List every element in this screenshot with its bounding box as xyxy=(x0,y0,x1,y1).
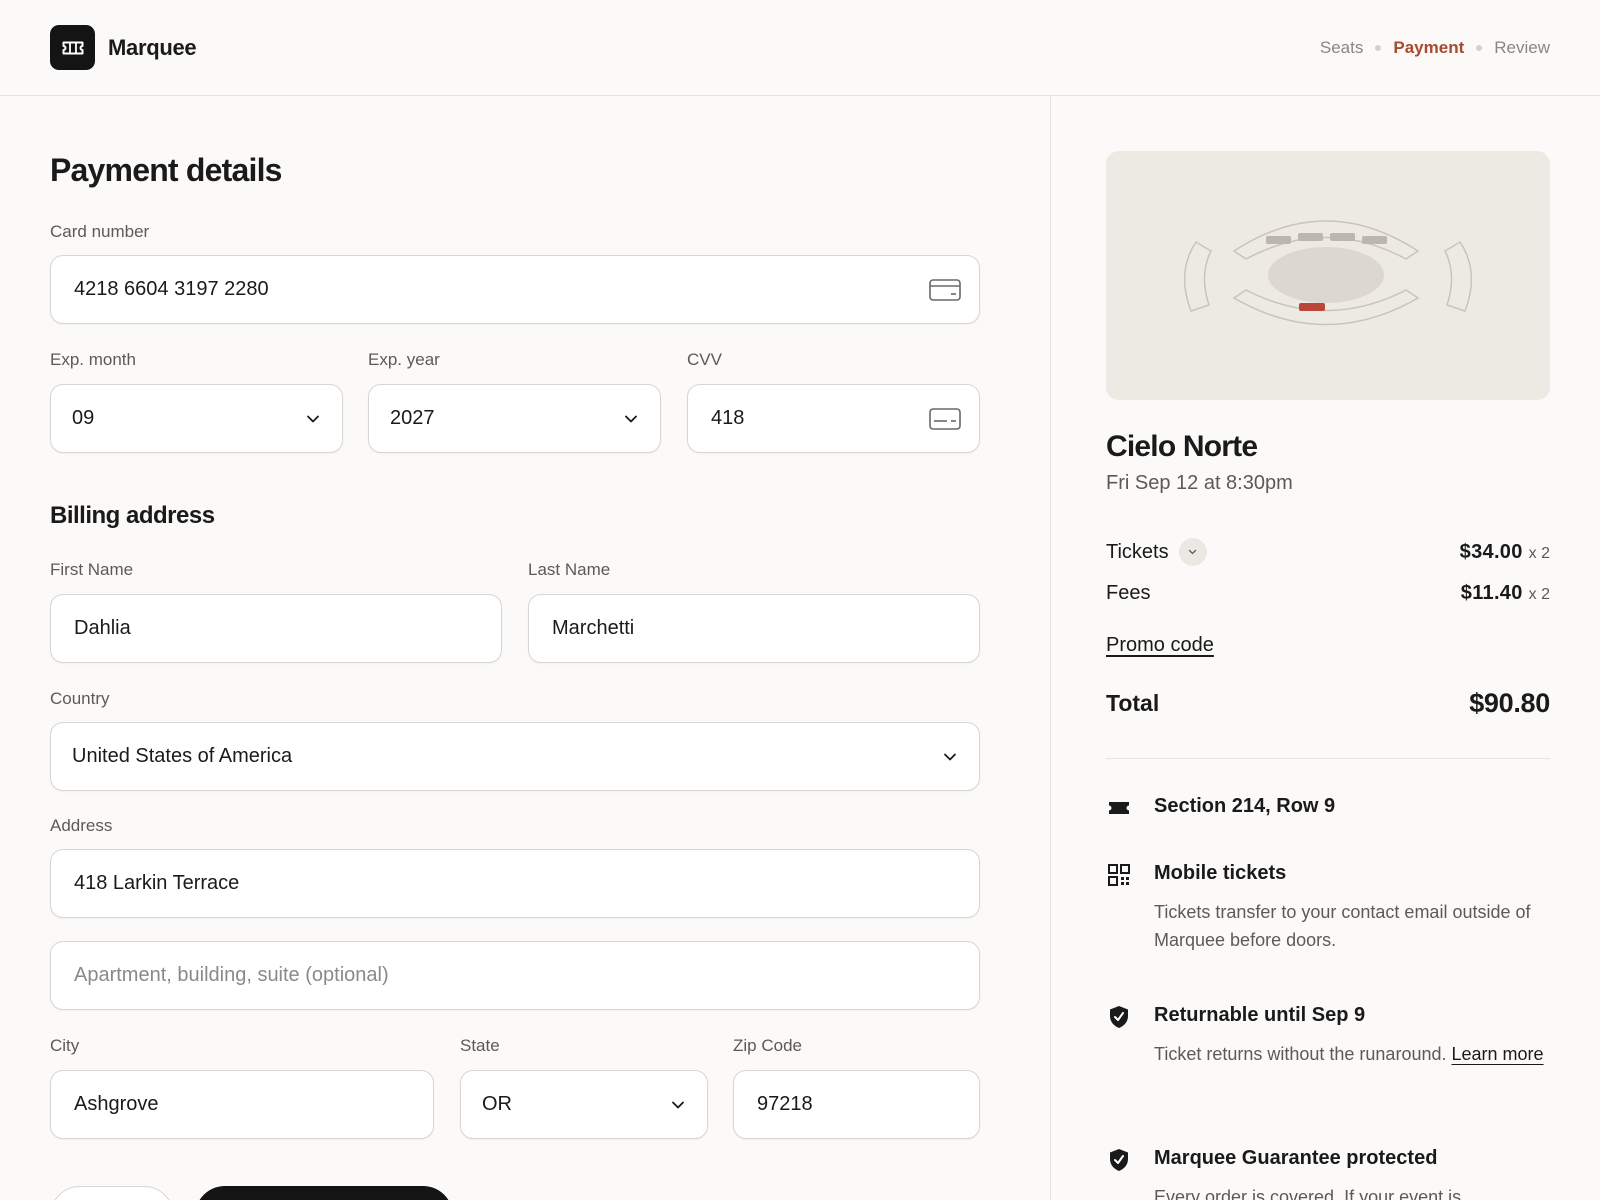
event-title: Cielo Norte xyxy=(1106,430,1258,463)
expand-chevron-icon[interactable] xyxy=(1178,538,1207,566)
feature-description: Every order is covered. If your event is xyxy=(1154,1187,1462,1200)
right-wing-section xyxy=(1444,240,1473,312)
checkout-steps: Seats Payment Review xyxy=(1320,38,1550,58)
feature-title: Section 214, Row 9 xyxy=(1154,795,1336,817)
address-input[interactable]: 418 Larkin Terrace xyxy=(50,849,980,918)
total-row: Total $90.80 xyxy=(1106,688,1550,719)
feature-description: Tickets transfer to your contact email o… xyxy=(1154,902,1531,950)
event-date: Fri Sep 12 at 8:30pm xyxy=(1106,472,1293,494)
ticket-icon xyxy=(1106,795,1132,821)
venue-seat-map[interactable] xyxy=(1106,151,1550,400)
card-number-value: 4218 6604 3197 2280 xyxy=(74,278,269,300)
tickets-label: Tickets xyxy=(1106,540,1169,563)
total-label: Total xyxy=(1106,690,1160,716)
city-label: City xyxy=(50,1036,80,1055)
fees-row: Fees $11.40 x 2 xyxy=(1106,582,1550,605)
step-seats[interactable]: Seats xyxy=(1320,38,1363,58)
city-value: Ashgrove xyxy=(74,1093,159,1115)
feature-description: Ticket returns without the runaround. Le… xyxy=(1154,1040,1550,1068)
last-name-label: Last Name xyxy=(528,560,611,579)
exp-year-value: 2027 xyxy=(390,407,435,429)
zip-label: Zip Code xyxy=(733,1036,802,1055)
selected-seat-block xyxy=(1299,303,1325,311)
chevron-down-icon xyxy=(671,1100,685,1109)
feature-description-text: Ticket returns without the runaround. xyxy=(1154,1044,1447,1064)
summary-divider xyxy=(1106,758,1550,759)
cvv-value: 418 xyxy=(711,407,745,429)
exp-year-label: Exp. year xyxy=(368,350,440,369)
state-select[interactable]: OR xyxy=(460,1070,708,1139)
column-divider xyxy=(1050,96,1051,1200)
exp-month-value: 09 xyxy=(72,407,95,429)
tickets-qty: x 2 xyxy=(1528,544,1550,562)
step-separator xyxy=(1375,44,1382,51)
fees-amount: $11.40 xyxy=(1460,582,1523,604)
tickets-amount: $34.00 xyxy=(1459,540,1523,563)
top-header: Marquee Seats Payment Review xyxy=(0,0,1600,96)
step-review[interactable]: Review xyxy=(1494,38,1550,58)
fees-label: Fees xyxy=(1106,582,1151,604)
exp-year-select[interactable]: 2027 xyxy=(368,384,661,453)
chevron-down-icon xyxy=(306,414,320,423)
feature-title: Mobile tickets xyxy=(1154,862,1287,884)
total-value: $90.80 xyxy=(1469,688,1550,718)
state-value: OR xyxy=(482,1093,512,1115)
last-name-input[interactable]: Marchetti xyxy=(528,594,980,663)
step-separator xyxy=(1476,44,1483,51)
feature-title: Returnable until Sep 9 xyxy=(1154,1004,1366,1026)
learn-more-link[interactable]: Learn more xyxy=(1452,1044,1544,1064)
country-select[interactable]: United States of America xyxy=(50,722,980,791)
cvv-label: CVV xyxy=(687,350,722,369)
last-name-value: Marchetti xyxy=(552,617,635,639)
page-title: Payment details xyxy=(50,152,282,188)
brand[interactable]: Marquee xyxy=(50,25,197,70)
address-value: 418 Larkin Terrace xyxy=(74,872,240,894)
state-label: State xyxy=(460,1036,500,1055)
submit-button[interactable] xyxy=(195,1186,453,1200)
tickets-row: Tickets $34.00 x 2 xyxy=(1106,538,1550,566)
fees-qty: x 2 xyxy=(1528,586,1550,603)
step-payment[interactable]: Payment xyxy=(1393,38,1464,58)
zip-value: 97218 xyxy=(757,1093,813,1115)
seat-block xyxy=(1362,236,1387,244)
stage-floor xyxy=(1268,247,1384,303)
country-label: Country xyxy=(50,689,110,708)
seat-block xyxy=(1330,233,1355,241)
billing-title: Billing address xyxy=(50,502,215,529)
qr-code-icon xyxy=(1106,862,1132,888)
ticket-logo-icon xyxy=(50,25,95,70)
country-value: United States of America xyxy=(72,745,293,767)
zip-input[interactable]: 97218 xyxy=(733,1070,980,1139)
card-number-input[interactable]: 4218 6604 3197 2280 xyxy=(50,255,980,324)
shield-check-icon xyxy=(1106,1147,1132,1173)
left-wing-section xyxy=(1183,240,1212,312)
feature-title: Marquee Guarantee protected xyxy=(1154,1147,1438,1169)
seat-block xyxy=(1298,233,1323,241)
brand-name: Marquee xyxy=(108,34,197,60)
promo-code-link[interactable]: Promo code xyxy=(1106,634,1214,657)
card-back-icon xyxy=(929,407,961,430)
first-name-label: First Name xyxy=(50,560,134,579)
city-input[interactable]: Ashgrove xyxy=(50,1070,434,1139)
chevron-down-icon xyxy=(624,414,638,423)
seat-block xyxy=(1266,236,1291,244)
chevron-down-icon xyxy=(943,752,957,761)
address-label: Address xyxy=(50,816,113,835)
address-line2-placeholder: Apartment, building, suite (optional) xyxy=(74,964,389,986)
first-name-input[interactable]: Dahlia xyxy=(50,594,502,663)
first-name-value: Dahlia xyxy=(74,617,131,639)
shield-check-icon xyxy=(1106,1004,1132,1030)
exp-month-select[interactable]: 09 xyxy=(50,384,343,453)
back-button[interactable] xyxy=(50,1186,174,1200)
cvv-input[interactable]: 418 xyxy=(687,384,980,453)
exp-month-label: Exp. month xyxy=(50,350,136,369)
card-number-label: Card number xyxy=(50,222,150,241)
address-line2-input[interactable]: Apartment, building, suite (optional) xyxy=(50,941,980,1010)
credit-card-icon xyxy=(929,278,961,301)
